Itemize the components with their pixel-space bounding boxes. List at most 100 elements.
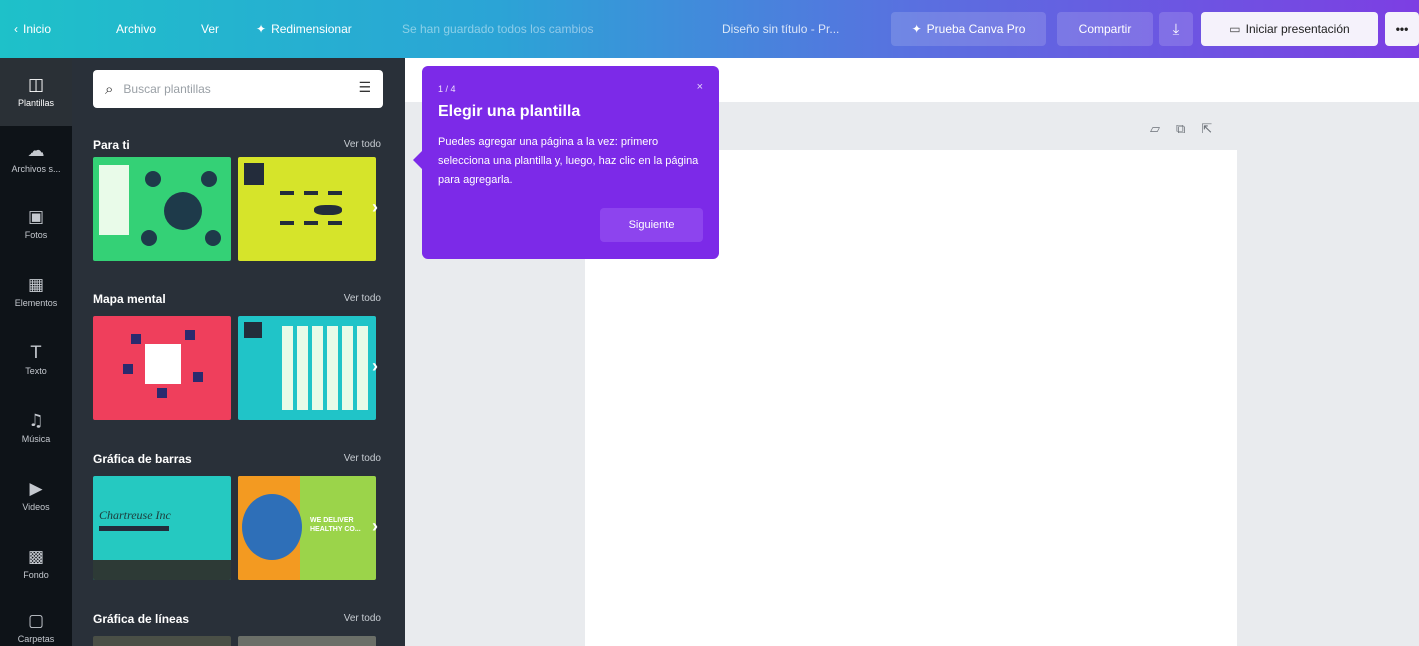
template-thumbnail[interactable] xyxy=(238,157,376,261)
thumb-circle xyxy=(164,192,202,230)
file-menu[interactable]: Archivo xyxy=(116,0,156,58)
template-thumbnail[interactable] xyxy=(93,636,231,646)
close-icon[interactable]: × xyxy=(697,81,703,93)
template-thumbnail[interactable] xyxy=(93,157,231,261)
try-pro-button[interactable]: ✦ Prueba Canva Pro xyxy=(891,12,1046,46)
document-title[interactable]: Diseño sin título - Pr... xyxy=(722,0,839,58)
search-input[interactable]: Buscar plantillas xyxy=(123,82,210,96)
thumb-bowl xyxy=(242,494,302,560)
photos-icon: ▣ xyxy=(27,207,45,227)
rail-item-videos[interactable]: ▶ Videos xyxy=(0,462,72,530)
thumb-square xyxy=(193,372,203,382)
text-icon: T xyxy=(30,343,42,363)
rail-label: Elementos xyxy=(14,298,58,308)
download-icon: ⤓ xyxy=(1172,20,1180,38)
presentation-icon: ▭ xyxy=(1229,22,1241,36)
autosave-status: Se han guardado todos los cambios xyxy=(402,22,594,36)
thumb-title-block xyxy=(244,322,262,338)
template-thumbnail[interactable] xyxy=(93,316,231,420)
see-all-link[interactable]: Ver todo xyxy=(344,453,381,464)
thumb-shape xyxy=(314,205,342,215)
thumb-line xyxy=(328,221,342,225)
resize-button[interactable]: ✦ Redimensionar xyxy=(256,0,352,58)
thumb-line xyxy=(280,191,294,195)
videos-icon: ▶ xyxy=(29,479,43,499)
onboarding-tooltip: 1 / 4 × Elegir una plantilla Puedes agre… xyxy=(413,66,719,259)
rail-label: Archivos s... xyxy=(11,164,61,174)
present-label: Iniciar presentación xyxy=(1245,22,1350,36)
more-options-button[interactable]: ••• xyxy=(1385,12,1419,46)
scroll-right-icon[interactable]: › xyxy=(372,356,378,377)
rail-item-uploads[interactable]: ☁ Archivos s... xyxy=(0,124,72,192)
add-page-icon[interactable]: ⇱ xyxy=(1201,122,1212,137)
uploads-icon: ☁ xyxy=(27,141,45,161)
rail-item-templates[interactable]: ◫ Plantillas xyxy=(0,58,72,126)
see-all-link[interactable]: Ver todo xyxy=(344,139,381,150)
rail-label: Texto xyxy=(25,366,47,376)
template-thumbnail[interactable] xyxy=(238,316,376,420)
elements-icon: ▦ xyxy=(27,275,45,295)
chevron-left-icon: ‹ xyxy=(14,22,18,36)
rail-label: Fotos xyxy=(24,230,48,240)
see-all-link[interactable]: Ver todo xyxy=(344,293,381,304)
thumb-line xyxy=(99,526,169,531)
rail-label: Plantillas xyxy=(17,98,55,108)
section-title-grafica-lineas: Gráfica de líneas xyxy=(93,612,190,626)
tooltip-title: Elegir una plantilla xyxy=(438,103,581,120)
next-button[interactable]: Siguiente xyxy=(600,208,703,242)
rail-item-folders[interactable]: ▢ Carpetas xyxy=(0,594,72,646)
thumb-square xyxy=(131,334,141,344)
thumb-circle xyxy=(141,230,157,246)
left-rail: ◫ Plantillas ☁ Archivos s... ▣ Fotos ▦ E… xyxy=(0,58,72,646)
share-button[interactable]: Compartir xyxy=(1057,12,1153,46)
scroll-right-icon[interactable]: › xyxy=(372,197,378,218)
star-icon: ✦ xyxy=(256,22,267,36)
thumb-circle xyxy=(205,230,221,246)
templates-icon: ◫ xyxy=(27,75,45,95)
top-bar: ‹ Inicio Archivo Ver ✦ Redimensionar Se … xyxy=(0,0,1419,58)
rail-item-text[interactable]: T Texto xyxy=(0,326,72,394)
template-thumbnail[interactable]: WE DELIVER HEALTHY CO... xyxy=(238,476,376,580)
music-icon: ♫ xyxy=(28,411,44,431)
folders-icon: ▢ xyxy=(27,611,45,631)
thumb-line xyxy=(328,191,342,195)
rail-item-music[interactable]: ♫ Música xyxy=(0,394,72,462)
tooltip-body: Puedes agregar una página a la vez: prim… xyxy=(438,136,699,186)
thumb-line xyxy=(280,221,294,225)
thumb-text-block xyxy=(99,165,129,235)
duplicate-icon[interactable]: ⧉ xyxy=(1176,122,1185,137)
thumb-caption: WE DELIVER HEALTHY CO... xyxy=(310,517,361,533)
search-box[interactable]: ⌕ Buscar plantillas ☰ xyxy=(93,70,383,108)
section-title-para-ti: Para ti xyxy=(93,138,130,152)
thumb-circle xyxy=(145,171,161,187)
background-icon: ▩ xyxy=(27,547,45,567)
home-button[interactable]: ‹ Inicio xyxy=(14,0,51,58)
see-all-link[interactable]: Ver todo xyxy=(344,613,381,624)
thumb-title-block xyxy=(244,163,264,185)
crown-icon: ✦ xyxy=(911,22,922,36)
thumb-line xyxy=(304,191,318,195)
rail-item-background[interactable]: ▩ Fondo xyxy=(0,530,72,598)
resize-label: Redimensionar xyxy=(271,22,352,36)
rail-label: Videos xyxy=(22,502,50,512)
section-title-mapa-mental: Mapa mental xyxy=(93,292,166,306)
download-button[interactable]: ⤓ xyxy=(1159,12,1193,46)
scroll-right-icon[interactable]: › xyxy=(372,516,378,537)
page-tools: ▱ ⧉ ⇱ xyxy=(1150,122,1212,137)
tooltip-step: 1 / 4 xyxy=(438,84,456,94)
notes-icon[interactable]: ▱ xyxy=(1150,122,1160,137)
thumb-line xyxy=(304,221,318,225)
rail-item-photos[interactable]: ▣ Fotos xyxy=(0,190,72,258)
rail-item-elements[interactable]: ▦ Elementos xyxy=(0,258,72,326)
view-menu[interactable]: Ver xyxy=(201,0,219,58)
rail-label: Música xyxy=(21,434,51,444)
thumb-center-card xyxy=(145,344,181,384)
template-thumbnail[interactable]: Chartreuse Inc xyxy=(93,476,231,580)
rail-label: Carpetas xyxy=(17,634,55,644)
rail-label: Fondo xyxy=(23,570,49,580)
filter-icon[interactable]: ☰ xyxy=(358,80,371,96)
home-label: Inicio xyxy=(23,22,52,36)
template-thumbnail[interactable] xyxy=(238,636,376,646)
thumb-caption: Chartreuse Inc xyxy=(99,508,171,522)
present-button[interactable]: ▭ Iniciar presentación xyxy=(1201,12,1378,46)
